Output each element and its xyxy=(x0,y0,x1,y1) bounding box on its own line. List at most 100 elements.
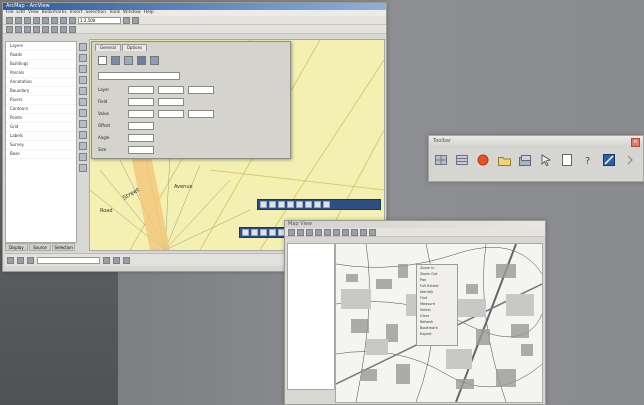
menu-tools[interactable]: Tools xyxy=(109,10,120,15)
record-icon[interactable] xyxy=(476,153,490,167)
print-icon[interactable] xyxy=(33,16,40,24)
tool-icon[interactable] xyxy=(360,228,367,236)
toc-item[interactable]: Layers xyxy=(6,42,76,51)
help-icon[interactable] xyxy=(132,16,139,24)
tool-icon[interactable] xyxy=(260,229,267,236)
tool-icon[interactable] xyxy=(251,229,258,236)
row-field[interactable] xyxy=(158,98,184,106)
edit-icon[interactable] xyxy=(602,153,616,167)
toc-item[interactable]: Buildings xyxy=(6,60,76,69)
tool-icon[interactable] xyxy=(287,201,294,208)
tool-icon[interactable] xyxy=(351,228,358,236)
bold-icon[interactable] xyxy=(103,256,110,264)
tool-icon[interactable] xyxy=(78,109,87,117)
zoom-out-icon[interactable] xyxy=(15,25,22,33)
symbol-icon[interactable] xyxy=(98,56,107,65)
style-icon[interactable] xyxy=(124,56,133,65)
open-icon[interactable] xyxy=(15,16,22,24)
row-field[interactable] xyxy=(158,86,184,94)
row-field[interactable] xyxy=(158,110,184,118)
tool-icon[interactable] xyxy=(242,229,249,236)
layers-icon[interactable] xyxy=(518,153,532,167)
toc-item[interactable]: Rivers xyxy=(6,96,76,105)
row-field[interactable] xyxy=(128,146,154,154)
tab-options[interactable]: Options xyxy=(121,44,148,51)
arrow-icon[interactable] xyxy=(623,153,637,167)
toc-item[interactable]: Base xyxy=(6,150,76,159)
menu-view[interactable]: View xyxy=(28,10,39,15)
tool-icon[interactable] xyxy=(314,201,321,208)
color-icon[interactable] xyxy=(137,56,146,65)
tab-general[interactable]: General xyxy=(95,44,121,51)
tab-display[interactable]: Display xyxy=(5,243,28,251)
cursor-icon[interactable] xyxy=(539,153,553,167)
tool-icon[interactable] xyxy=(78,87,87,95)
tool-icon[interactable] xyxy=(315,228,322,236)
tool-icon[interactable] xyxy=(288,228,295,236)
italic-icon[interactable] xyxy=(113,256,120,264)
toc-item[interactable]: Roads xyxy=(6,51,76,60)
menu-file[interactable]: File xyxy=(6,10,14,15)
row-field[interactable] xyxy=(128,98,154,106)
menu-selection[interactable]: Selection xyxy=(85,10,106,15)
menu-window[interactable]: Window xyxy=(123,10,141,15)
save-icon[interactable] xyxy=(24,16,31,24)
add-data-icon[interactable] xyxy=(123,16,130,24)
tool-icon[interactable] xyxy=(78,120,87,128)
tool-icon[interactable] xyxy=(269,229,276,236)
tool-icon[interactable] xyxy=(305,201,312,208)
font-icon[interactable] xyxy=(150,56,159,65)
tab-selection[interactable]: Selection xyxy=(52,243,76,251)
full-extent-icon[interactable] xyxy=(33,25,40,33)
toc-item[interactable]: Grid xyxy=(6,123,76,132)
toc-item[interactable]: Parcels xyxy=(6,69,76,78)
zoom-in-icon[interactable] xyxy=(6,25,13,33)
tool-icon[interactable] xyxy=(323,201,330,208)
toc-item[interactable]: Labels xyxy=(6,132,76,141)
tool-icon[interactable] xyxy=(78,43,87,51)
tool-icon[interactable] xyxy=(78,98,87,106)
row-field[interactable] xyxy=(128,86,154,94)
underline-icon[interactable] xyxy=(123,256,130,264)
help-icon[interactable]: ? xyxy=(581,153,595,167)
toc-item[interactable]: Survey xyxy=(6,141,76,150)
tool-icon[interactable] xyxy=(296,201,303,208)
tool-icon[interactable] xyxy=(78,65,87,73)
row-field[interactable] xyxy=(128,122,154,130)
tool-icon[interactable] xyxy=(297,228,304,236)
menu-item[interactable]: Export xyxy=(417,331,457,337)
scale-input[interactable]: 1:2,500 xyxy=(78,16,121,24)
tool-icon[interactable] xyxy=(78,164,87,172)
row-field[interactable] xyxy=(128,134,154,142)
close-icon[interactable]: × xyxy=(631,138,640,147)
font-field[interactable] xyxy=(37,256,100,264)
tab-source[interactable]: Source xyxy=(28,243,52,251)
pan-icon[interactable] xyxy=(24,25,31,33)
row-field[interactable] xyxy=(188,86,214,94)
identify-icon[interactable] xyxy=(69,25,76,33)
toc-item[interactable]: Annotation xyxy=(6,78,76,87)
row-field[interactable] xyxy=(188,110,214,118)
page-icon[interactable] xyxy=(560,153,574,167)
rect-icon[interactable] xyxy=(17,256,24,264)
text-icon[interactable] xyxy=(27,256,34,264)
tool-icon[interactable] xyxy=(78,131,87,139)
undo-icon[interactable] xyxy=(69,16,76,24)
copy-icon[interactable] xyxy=(51,16,58,24)
row-field[interactable] xyxy=(128,110,154,118)
new-icon[interactable] xyxy=(6,16,13,24)
menu-edit[interactable]: Edit xyxy=(16,10,25,15)
city-map-canvas[interactable]: Zoom In Zoom Out Pan Full Extent Identif… xyxy=(335,243,543,403)
tool-icon[interactable] xyxy=(78,54,87,62)
tool-icon[interactable] xyxy=(78,76,87,84)
menu-help[interactable]: Help xyxy=(144,10,154,15)
menu-bookmarks[interactable]: Bookmarks xyxy=(42,10,67,15)
tool-icon[interactable] xyxy=(324,228,331,236)
tool-icon[interactable] xyxy=(260,201,267,208)
tool-icon[interactable] xyxy=(306,228,313,236)
tool-icon[interactable] xyxy=(78,142,87,150)
tool-icon[interactable] xyxy=(342,228,349,236)
menu-insert[interactable]: Insert xyxy=(70,10,83,15)
toc-item[interactable]: Points xyxy=(6,114,76,123)
layer-icon[interactable] xyxy=(111,56,120,65)
